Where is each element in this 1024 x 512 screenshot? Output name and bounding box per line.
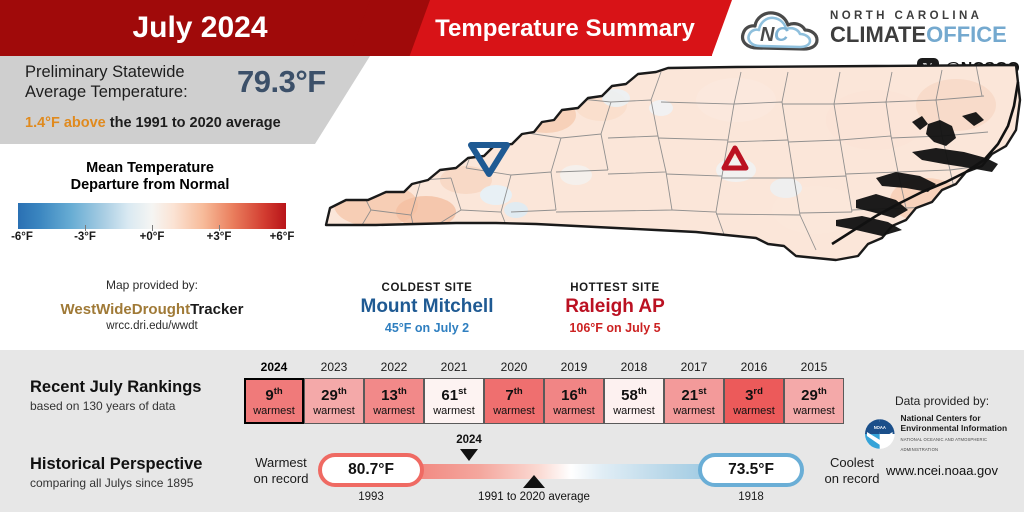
legend-title: Mean Temperature Departure from Normal (0, 160, 300, 194)
provider-name-part-a: WestWideDrought (60, 301, 191, 318)
map-provider-label: Map provided by: (105, 278, 199, 292)
ranking-year-2021: 2021 (440, 360, 468, 374)
rankings-title: Recent July Rankings (30, 378, 202, 396)
ranking-box-2020[interactable]: 7th warmest (484, 378, 544, 424)
ranking-year-2024: 2024 (260, 360, 288, 374)
ranking-box-2022[interactable]: 13th warmest (364, 378, 424, 424)
summary-title: Temperature Summary (435, 15, 695, 42)
noaa-attribution: Data provided by: NOAA National Centers … (860, 394, 1024, 478)
ranking-word-2020: warmest (493, 405, 535, 417)
logo-word-office: OFFICE (926, 22, 1007, 47)
ranking-box-2016[interactable]: 3rd warmest (724, 378, 784, 424)
ranking-box-2019[interactable]: 16th warmest (544, 378, 604, 424)
ranking-year-2019: 2019 (560, 360, 588, 374)
hottest-site-detail: 106°F on July 5 (569, 321, 661, 335)
ranking-value-2019: 16th (561, 386, 587, 404)
rankings-box-row: 9th warmest 29th warmest 13th warmest 61st warm… (244, 378, 844, 424)
hottest-site-name: Raleigh AP (565, 296, 665, 317)
ranking-word-2023: warmest (313, 405, 355, 417)
warmest-record-year: 1993 (358, 491, 384, 503)
ranking-value-2020: 7th (505, 386, 523, 404)
warmest-label-line1: Warmest (255, 455, 307, 470)
nc-map-svg (324, 63, 1022, 262)
ranking-word-2017: warmest (673, 405, 715, 417)
ranking-box-2021[interactable]: 61st warmest (424, 378, 484, 424)
hottest-site-callout: HOTTEST SITE Raleigh AP 106°F on July 5 (500, 282, 730, 335)
ranking-year-2020: 2020 (500, 360, 528, 374)
colorbar-tick-3: +3°F (206, 231, 232, 243)
ranking-value-2017: 21st (681, 386, 707, 404)
colorbar-tick-labels: -6°F -3°F +0°F +3°F +6°F (0, 225, 304, 247)
ranking-box-2017[interactable]: 21st warmest (664, 378, 724, 424)
rankings-year-row: 2024 2023 2022 2021 2020 2019 2018 2017 2016 2015 (244, 360, 844, 376)
rankings-subtitle: based on 130 years of data (30, 399, 176, 413)
ranking-value-2024: 9th (265, 386, 283, 404)
departure-from-normal-text: 1.4°F above the 1991 to 2020 average (25, 115, 355, 131)
ranking-value-2022: 13th (381, 386, 407, 404)
data-provided-by-label: Data provided by: (894, 394, 990, 408)
warmest-label-line2: on record (253, 471, 309, 486)
ranking-value-2021: 61st (441, 386, 467, 404)
noaa-logo-line2: Environmental Information (900, 422, 1008, 433)
historical-perspective-scale: Warmest on record 80.7°F 1993 73.5°F 191… (244, 434, 884, 503)
ranking-year-2023: 2023 (320, 360, 348, 374)
ranking-box-2018[interactable]: 58th warmest (604, 378, 664, 424)
departure-highlight: 1.4°F above (25, 115, 106, 131)
historical-title: Historical Perspective (30, 455, 203, 473)
ranking-year-2018: 2018 (620, 360, 648, 374)
ranking-year-2016: 2016 (740, 360, 768, 374)
ranking-value-2023: 29th (321, 386, 347, 404)
coolest-record-year: 1918 (738, 491, 764, 503)
departure-rest: the 1991 to 2020 average (105, 115, 281, 131)
page-title: July 2024 (132, 11, 268, 44)
current-year-marker-triangle (460, 449, 478, 461)
ranking-word-2018: warmest (613, 405, 655, 417)
warmest-record-value-pill: 80.7°F (318, 453, 424, 487)
noaa-logo-line3: NATIONAL OCEANIC AND ATMOSPHERIC ADMINIS… (900, 437, 988, 452)
colorbar-tick-1: -3°F (74, 231, 96, 243)
ncei-url[interactable]: www.ncei.noaa.gov (860, 463, 1024, 478)
ranking-year-2022: 2022 (380, 360, 408, 374)
colorbar-tick-0: -6°F (11, 231, 33, 243)
warmest-on-record-label: Warmest on record (244, 455, 318, 487)
legend-title-line1: Mean Temperature (86, 160, 214, 176)
north-carolina-departure-map[interactable] (316, 60, 1024, 275)
colorbar-tick-2: +0°F (139, 231, 165, 243)
current-year-marker-label: 2024 (456, 434, 482, 446)
noaa-logo-icon: NOAA (864, 419, 895, 449)
coolest-record-value-pill: 73.5°F (698, 453, 804, 487)
ranking-word-2015: warmest (793, 405, 835, 417)
ranking-value-2016: 3rd (745, 386, 763, 404)
ranking-year-2017: 2017 (680, 360, 708, 374)
ranking-value-2018: 58th (621, 386, 647, 404)
ncco-logo: N C NORTH CAROLINA CLIMATEOFFICE (738, 8, 1020, 54)
svg-text:N: N (760, 24, 775, 46)
ranking-word-2019: warmest (553, 405, 595, 417)
map-provider-name: WestWideDroughtTracker (0, 301, 304, 318)
statewide-average-label: Preliminary Statewide Average Temperatur… (25, 62, 235, 102)
ranking-word-2021: warmest (433, 405, 475, 417)
ranking-word-2016: warmest (733, 405, 775, 417)
svg-text:C: C (774, 24, 789, 46)
svg-text:NOAA: NOAA (874, 425, 886, 430)
ranking-year-2015: 2015 (800, 360, 828, 374)
statewide-average-label-line1: Preliminary Statewide (25, 63, 185, 81)
ranking-box-2023[interactable]: 29th warmest (304, 378, 364, 424)
map-provider-url[interactable]: wrcc.dri.edu/wwdt (0, 320, 304, 332)
logo-word-climate: CLIMATE (830, 22, 927, 47)
average-marker-triangle (523, 475, 545, 488)
ranking-word-2024: warmest (253, 405, 295, 417)
ranking-word-2022: warmest (373, 405, 415, 417)
nc-cloud-logo-icon: N C (740, 11, 819, 51)
hottest-site-kicker: HOTTEST SITE (570, 282, 660, 294)
colorbar-tick-4: +6°F (269, 231, 295, 243)
provider-name-part-b: Tracker (190, 301, 244, 318)
legend-title-line2: Departure from Normal (70, 177, 230, 193)
average-marker-label: 1991 to 2020 average (478, 491, 590, 503)
ranking-box-2024[interactable]: 9th warmest (244, 378, 304, 424)
statewide-average-label-line2: Average Temperature: (25, 83, 188, 101)
historical-subtitle: comparing all Julys since 1895 (30, 476, 194, 490)
ranking-value-2015: 29th (801, 386, 827, 404)
ranking-box-2015[interactable]: 29th warmest (784, 378, 844, 424)
